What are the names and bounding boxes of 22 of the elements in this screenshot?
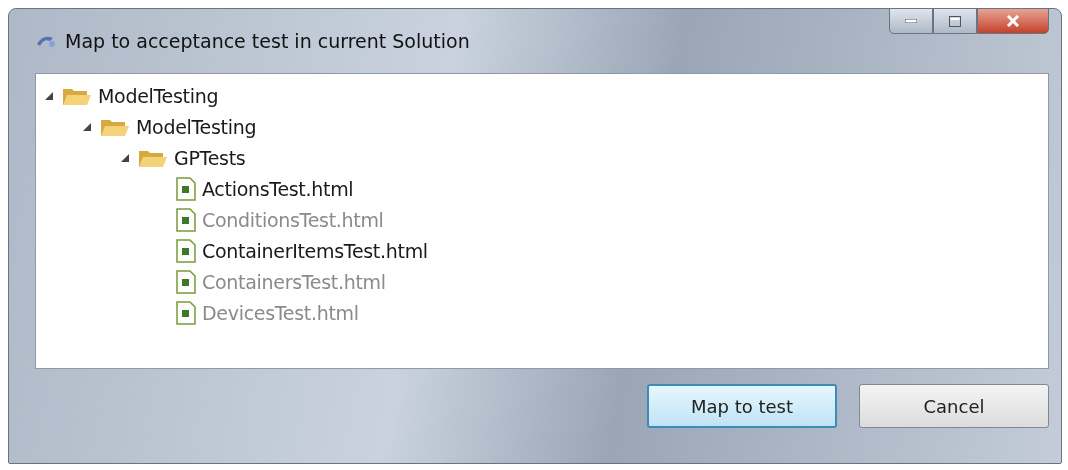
dialog-button[interactable]: Map to test [647, 384, 837, 428]
minimize-icon [905, 19, 917, 23]
window-title: Map to acceptance test in current Solution [65, 30, 470, 52]
close-icon [1006, 15, 1020, 27]
minimize-button[interactable] [889, 8, 933, 34]
folder-label[interactable]: GPTests [174, 146, 246, 169]
dialog-button[interactable]: Cancel [859, 384, 1049, 428]
file-icon [176, 269, 196, 294]
maximize-icon [949, 15, 961, 27]
file-icon [176, 300, 196, 325]
expanded-arrow-icon[interactable] [82, 121, 92, 132]
file-icon [176, 176, 196, 201]
file-label[interactable]: ActionsTest.html [202, 177, 354, 200]
expanded-arrow-icon[interactable] [120, 152, 130, 163]
expanded-arrow-icon[interactable] [44, 90, 54, 101]
file-label[interactable]: ContainerItemsTest.html [202, 239, 428, 262]
file-icon [176, 207, 196, 232]
maximize-button[interactable] [933, 8, 977, 34]
folder-label[interactable]: ModelTesting [136, 115, 257, 138]
folder-label[interactable]: ModelTesting [98, 84, 219, 107]
file-icon [176, 238, 196, 263]
close-button[interactable] [977, 8, 1049, 34]
